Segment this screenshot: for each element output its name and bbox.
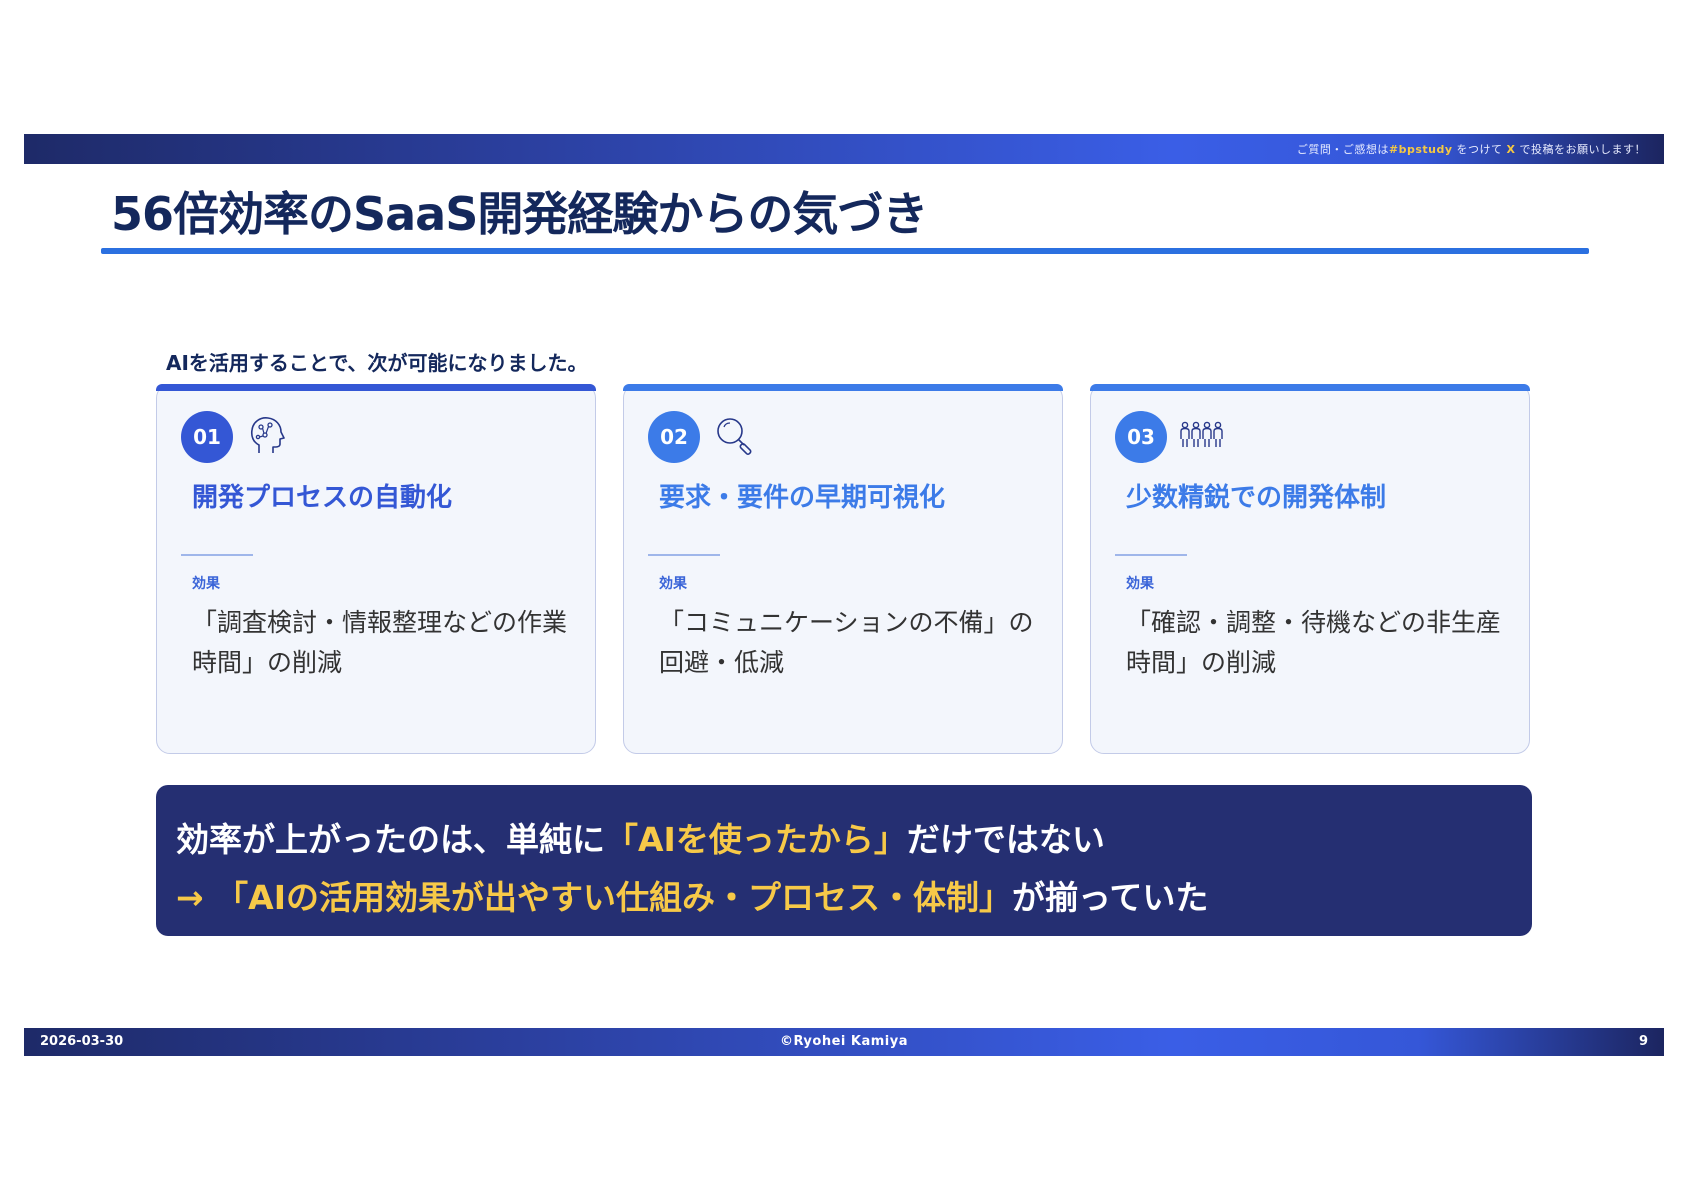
- card-accent-bar: [623, 384, 1063, 391]
- card-team: 03 少数精鋭での開発体制 効果 「確認・調整・待機などの非生産時間」の削減: [1090, 384, 1530, 754]
- summary-line1-tail: だけではない: [906, 820, 1105, 859]
- summary-line1-text: 効率が上がったのは、単純に: [176, 820, 605, 859]
- arrow-icon: →: [176, 878, 204, 917]
- lead-text: AIを活用することで、次が可能になりました。: [166, 351, 588, 375]
- summary-line-2: → 「AIの活用効果が出やすい仕組み・プロセス・体制」が揃っていた: [176, 871, 1208, 919]
- hashtag-notice: ご質問・ご感想は#bpstudy をつけて X で投稿をお願いします！: [1297, 141, 1646, 157]
- effect-label: 効果: [1126, 576, 1154, 592]
- summary-line-1: 効率が上がったのは、単純に「AIを使ったから」だけではない: [176, 813, 1105, 861]
- effect-text: 「コミュニケーションの不備」の回避・低減: [659, 608, 1034, 677]
- notice-text-mid: をつけて: [1456, 143, 1503, 156]
- card-automation: 01 開発プロセスの自動化 効果 「調査検討・情報整理などの作業時間」の削減: [156, 384, 596, 754]
- notice-text-pre: ご質問・ご感想は: [1296, 143, 1389, 156]
- hashtag-text: #bpstudy: [1388, 143, 1453, 156]
- card-divider: [1115, 554, 1187, 556]
- summary-box: 効率が上がったのは、単純に「AIを使ったから」だけではない → 「AIの活用効果…: [156, 785, 1532, 936]
- summary-line2-highlight: 「AIの活用効果が出やすい仕組み・プロセス・体制」: [215, 878, 1012, 917]
- effect-text: 「確認・調整・待機などの非生産時間」の削減: [1126, 608, 1502, 677]
- card-accent-bar: [1090, 384, 1530, 391]
- page-number: 9: [1638, 1034, 1648, 1049]
- card-title: 開発プロセスの自動化: [192, 483, 453, 513]
- card-number-badge: 03: [1115, 411, 1167, 463]
- card-divider: [181, 554, 253, 556]
- footer-band: 2026-03-30 ©Ryohei Kamiya 9: [24, 1028, 1664, 1056]
- page-title: 56倍効率のSaaS開発経験からの気づき: [111, 187, 928, 241]
- magnifier-icon: [717, 418, 752, 455]
- card-requirements: 02 要求・要件の早期可視化 効果 「コミュニケーションの不備」の回避・低減: [623, 384, 1063, 754]
- effect-text: 「調査検討・情報整理などの作業時間」の削減: [192, 608, 568, 677]
- card-title: 要求・要件の早期可視化: [659, 483, 946, 513]
- summary-line1-highlight: 「AIを使ったから」: [605, 820, 907, 859]
- card-number-badge: 02: [648, 411, 700, 463]
- x-platform-text: X: [1506, 143, 1516, 156]
- card-accent-bar: [156, 384, 596, 391]
- footer-copyright: ©Ryohei Kamiya: [780, 1034, 908, 1049]
- team-icon: [1180, 421, 1223, 447]
- card-divider: [648, 554, 720, 556]
- effect-label: 効果: [192, 576, 220, 592]
- card-number-badge: 01: [181, 411, 233, 463]
- header-band: ご質問・ご感想は#bpstudy をつけて X で投稿をお願いします！: [24, 134, 1664, 164]
- effect-label: 効果: [659, 576, 687, 592]
- ai-brain-icon: [250, 417, 285, 453]
- title-underline: [101, 248, 1589, 254]
- summary-line2-tail: が揃っていた: [1011, 878, 1209, 917]
- notice-text-post: で投稿をお願いします！: [1519, 143, 1646, 156]
- card-title: 少数精鋭での開発体制: [1126, 483, 1387, 513]
